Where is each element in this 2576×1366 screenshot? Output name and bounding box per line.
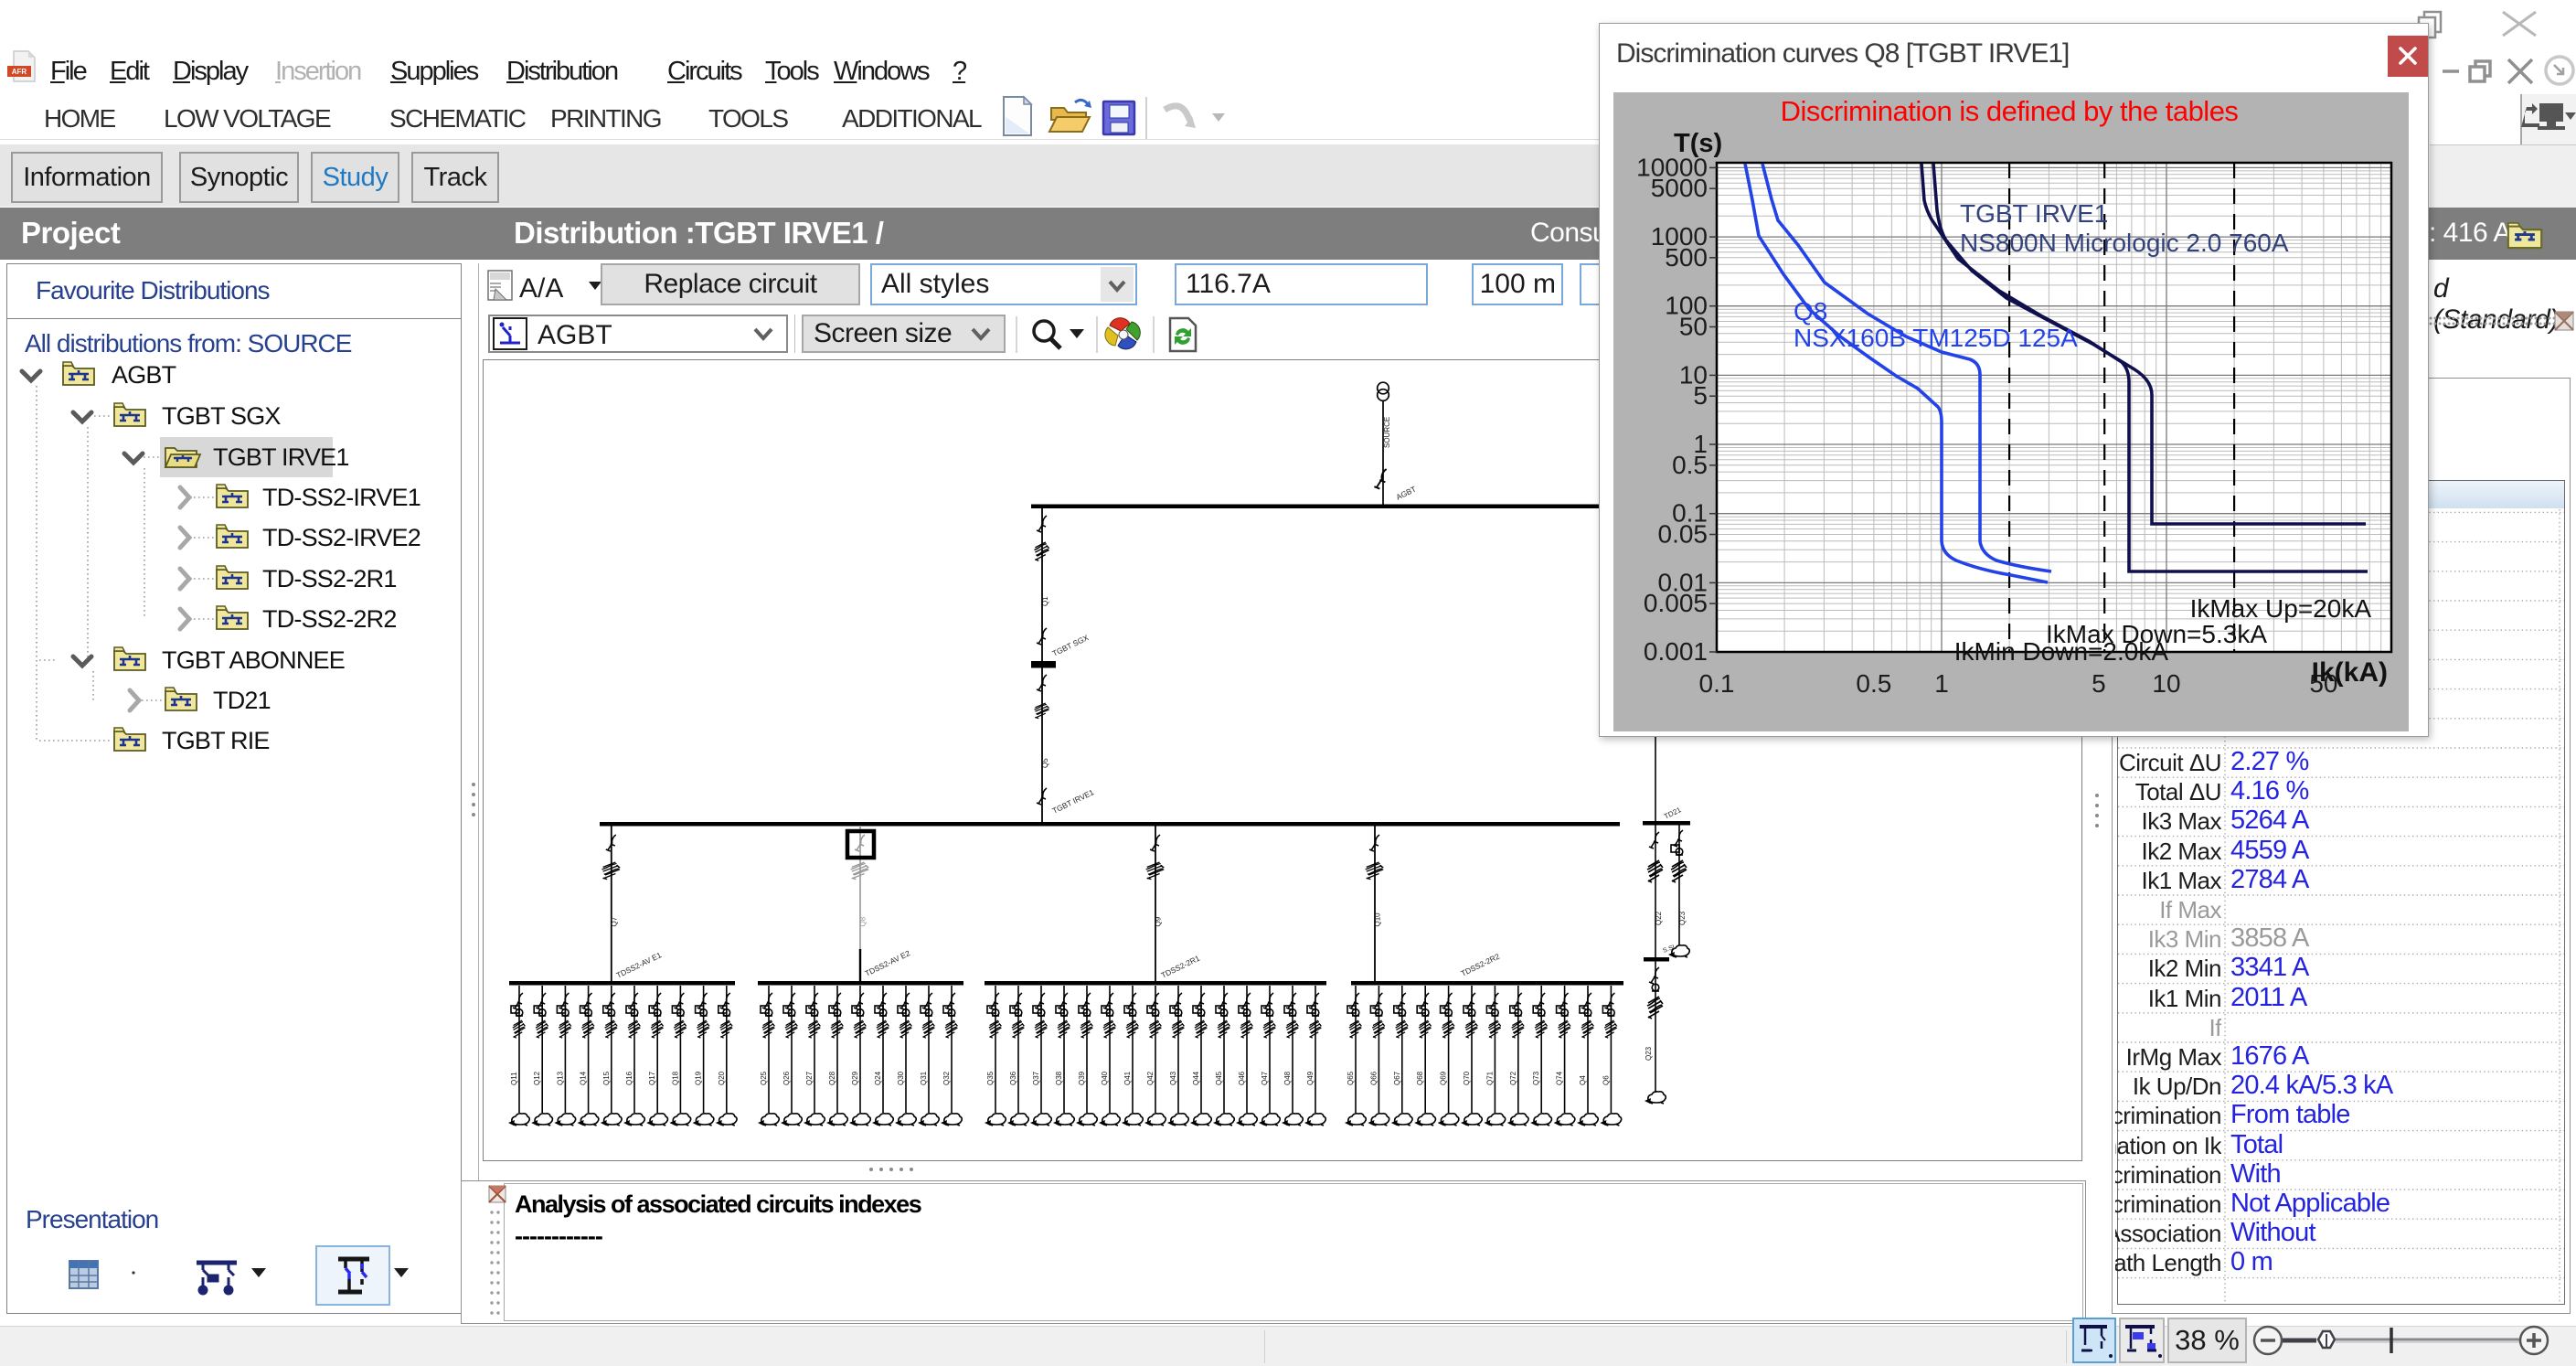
svg-text:Q44: Q44 — [1192, 1071, 1200, 1085]
svg-text:Q40: Q40 — [1101, 1071, 1109, 1085]
svg-text:Ik(kA): Ik(kA) — [2312, 657, 2388, 688]
svg-text:Q6: Q6 — [1602, 1075, 1610, 1085]
svg-text:Q49: Q49 — [1306, 1071, 1315, 1085]
svg-text:Q72: Q72 — [1509, 1071, 1517, 1085]
svg-text:IkMax Up=20kA: IkMax Up=20kA — [2190, 594, 2372, 623]
svg-text:SOURCE: SOURCE — [1383, 417, 1391, 448]
svg-text:5: 5 — [1693, 381, 1708, 410]
svg-text:Q27: Q27 — [805, 1071, 814, 1085]
svg-text:Q4: Q4 — [1579, 1075, 1587, 1085]
svg-text:Q10: Q10 — [1374, 912, 1382, 927]
svg-text:Q38: Q38 — [1055, 1071, 1063, 1085]
svg-text:Q14: Q14 — [580, 1071, 588, 1085]
svg-text:Q32: Q32 — [942, 1071, 951, 1085]
svg-text:A/A: A/A — [519, 273, 563, 304]
svg-text:Q7: Q7 — [610, 916, 618, 926]
svg-text:Q23: Q23 — [1645, 1046, 1653, 1061]
svg-text:TGBT SGX: TGBT SGX — [162, 402, 281, 430]
svg-text:TD-SS2-2R2: TD-SS2-2R2 — [262, 605, 397, 633]
svg-text:5: 5 — [2092, 669, 2106, 698]
svg-text:NSX160B TM125D 125A: NSX160B TM125D 125A — [1794, 324, 2078, 352]
svg-text:Q68: Q68 — [1416, 1071, 1424, 1085]
svg-text:AFR: AFR — [12, 68, 27, 76]
svg-text:0.1: 0.1 — [1699, 669, 1735, 698]
svg-text:50: 50 — [1679, 313, 1708, 341]
svg-text:Q42: Q42 — [1146, 1071, 1155, 1085]
svg-text:Q73: Q73 — [1532, 1071, 1540, 1085]
svg-text:10: 10 — [2152, 669, 2180, 698]
svg-text:0.005: 0.005 — [1644, 589, 1708, 617]
svg-text:Q39: Q39 — [1078, 1071, 1086, 1085]
svg-text:Q41: Q41 — [1123, 1071, 1132, 1085]
svg-text:Q16: Q16 — [625, 1071, 633, 1085]
svg-text:Q25: Q25 — [760, 1071, 768, 1085]
svg-text:0.5: 0.5 — [1856, 669, 1891, 698]
svg-text:Q17: Q17 — [648, 1071, 656, 1085]
svg-text:Q65: Q65 — [1347, 1071, 1355, 1085]
svg-text:Q26: Q26 — [782, 1071, 791, 1085]
svg-text:Q8: Q8 — [1794, 297, 1827, 325]
svg-text:Q70: Q70 — [1463, 1071, 1471, 1085]
svg-text:Q74: Q74 — [1556, 1071, 1564, 1085]
svg-text:Q20: Q20 — [718, 1071, 726, 1085]
svg-text:Q28: Q28 — [828, 1071, 836, 1085]
svg-text:Q24: Q24 — [874, 1071, 882, 1085]
svg-text:Q13: Q13 — [556, 1071, 564, 1085]
svg-text:Q67: Q67 — [1393, 1071, 1401, 1085]
svg-text:Q5: Q5 — [1041, 758, 1049, 768]
svg-text:TD-SS2-IRVE2: TD-SS2-IRVE2 — [262, 524, 420, 551]
svg-text:0.5: 0.5 — [1672, 451, 1708, 479]
svg-text:Q43: Q43 — [1169, 1071, 1177, 1085]
svg-text:TD21: TD21 — [213, 687, 271, 714]
svg-text:Q29: Q29 — [851, 1071, 859, 1085]
svg-text:AGBT: AGBT — [112, 361, 176, 389]
svg-text:TGBT ABONNEE: TGBT ABONNEE — [162, 646, 345, 674]
svg-text:Q1: Q1 — [1041, 596, 1049, 606]
svg-text:1: 1 — [1934, 669, 1949, 698]
svg-text:TGBT IRVE1: TGBT IRVE1 — [1960, 199, 2108, 228]
svg-text:Q69: Q69 — [1440, 1071, 1448, 1085]
svg-text:Q37: Q37 — [1032, 1071, 1040, 1085]
svg-text:Q18: Q18 — [671, 1071, 679, 1085]
svg-text:IkMin Down=2.0kA: IkMin Down=2.0kA — [1954, 637, 2169, 666]
svg-text:TGBT RIE: TGBT RIE — [162, 727, 270, 754]
svg-text:Q66: Q66 — [1369, 1071, 1378, 1085]
svg-text:TD-SS2-2R1: TD-SS2-2R1 — [262, 565, 397, 592]
svg-text:Q19: Q19 — [695, 1071, 703, 1085]
svg-text:Q12: Q12 — [533, 1071, 541, 1085]
svg-text:Q15: Q15 — [602, 1071, 611, 1085]
svg-text:0.001: 0.001 — [1644, 637, 1708, 666]
svg-text:500: 500 — [1665, 243, 1708, 272]
svg-text:Q11: Q11 — [510, 1072, 518, 1085]
svg-text:TGBT IRVE1: TGBT IRVE1 — [213, 443, 349, 471]
svg-text:Q31: Q31 — [920, 1071, 928, 1085]
svg-text:Q45: Q45 — [1215, 1071, 1223, 1085]
svg-text:NS800N Micrologic 2.0 760A: NS800N Micrologic 2.0 760A — [1960, 229, 2289, 257]
svg-text:Q8: Q8 — [859, 916, 868, 926]
svg-text:Q36: Q36 — [1009, 1071, 1017, 1085]
svg-text:Q23: Q23 — [1678, 911, 1687, 925]
svg-text:Q30: Q30 — [897, 1071, 905, 1085]
svg-text:Q9: Q9 — [1155, 916, 1163, 926]
svg-text:Q48: Q48 — [1283, 1071, 1292, 1085]
svg-text:0.05: 0.05 — [1658, 520, 1708, 549]
svg-text:Q35: Q35 — [986, 1071, 995, 1085]
svg-text:Q47: Q47 — [1261, 1071, 1269, 1085]
svg-text:T(s): T(s) — [1674, 129, 1722, 158]
svg-text:5000: 5000 — [1651, 174, 1708, 202]
svg-text:Q71: Q71 — [1485, 1071, 1494, 1085]
svg-text:TD-SS2-IRVE1: TD-SS2-IRVE1 — [262, 484, 420, 511]
svg-text:Q46: Q46 — [1238, 1071, 1246, 1085]
svg-text:Q22: Q22 — [1655, 911, 1663, 925]
